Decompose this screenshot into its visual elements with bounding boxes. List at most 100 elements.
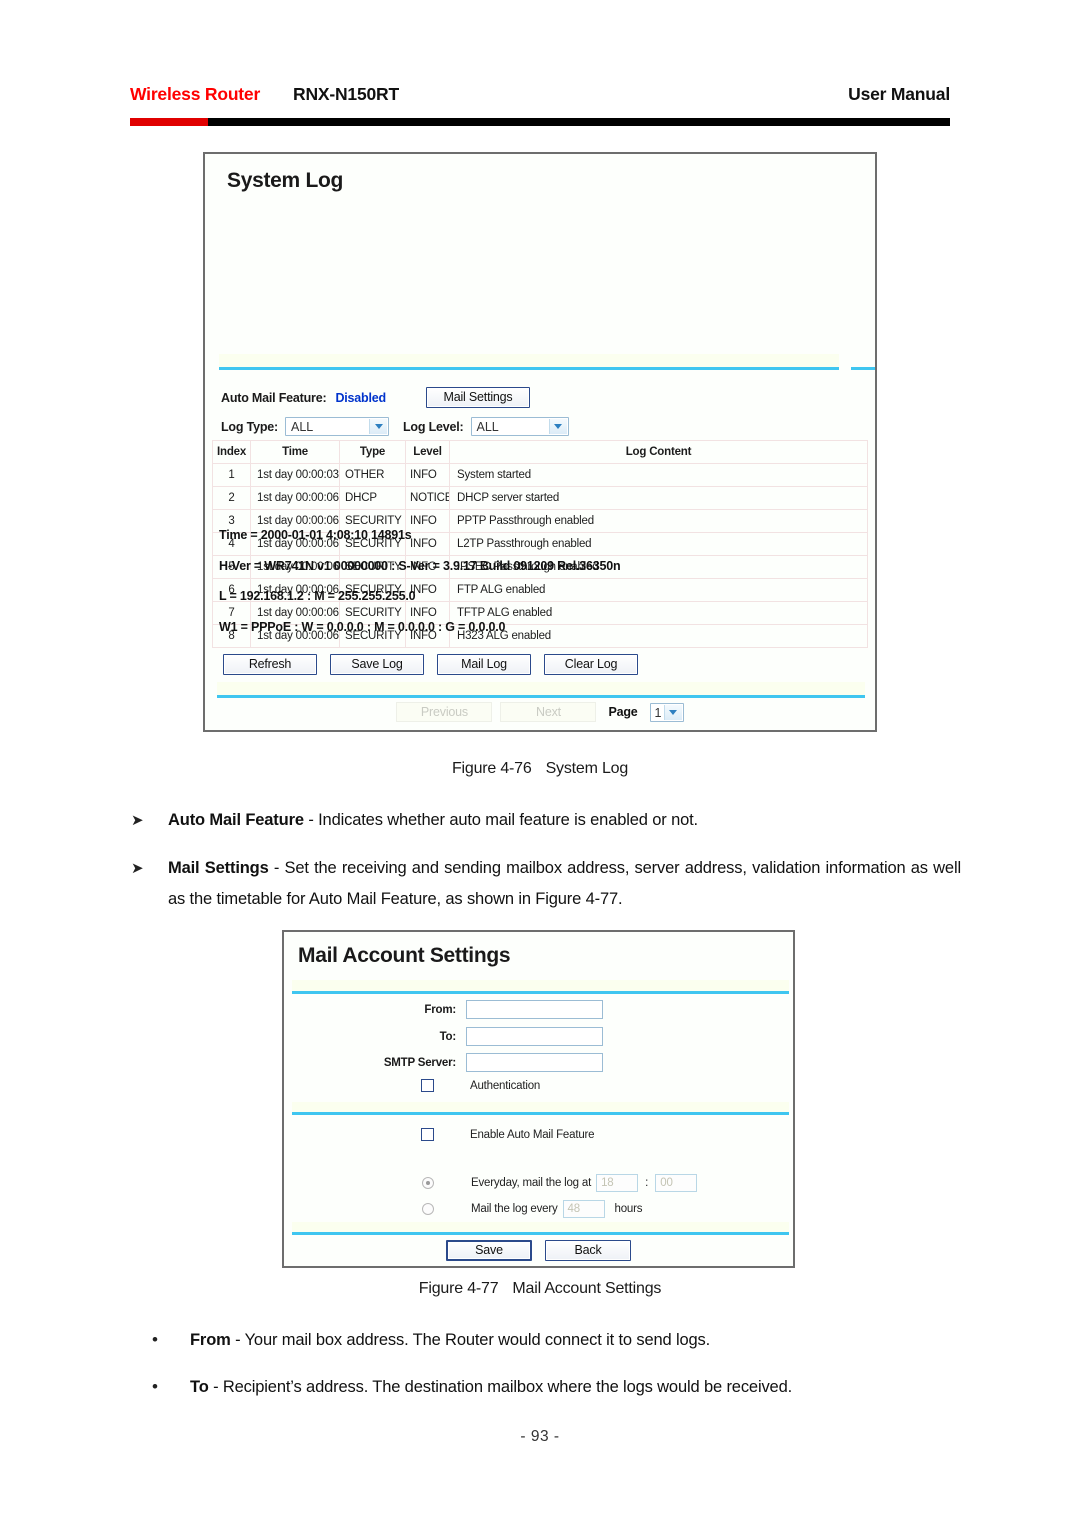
cell-index: 2: [212, 486, 251, 510]
cell-type: OTHER: [339, 463, 406, 487]
next-page-button[interactable]: Next: [500, 702, 597, 722]
term-auto-mail-feature: Auto Mail Feature: [168, 811, 304, 829]
smtp-server-field-row: SMTP Server:: [352, 1053, 603, 1072]
column-header-time: Time: [250, 440, 340, 464]
desc-mail-settings: - Set the receiving and sending mailbox …: [168, 859, 961, 908]
desc-auto-mail-feature: - Indicates whether auto mail feature is…: [303, 811, 698, 829]
cell-level: NOTICE: [405, 486, 450, 510]
back-button[interactable]: Back: [545, 1240, 631, 1261]
title-divider: [292, 991, 789, 994]
brand-label: Wireless Router: [130, 84, 261, 104]
smtp-server-label: SMTP Server:: [383, 1056, 456, 1069]
actions-divider: [292, 1232, 789, 1235]
mail-account-settings-title: Mail Account Settings: [298, 944, 511, 967]
log-level-label: Log Level:: [403, 419, 464, 434]
bullet-from: • From - Your mail box address. The Rout…: [152, 1325, 962, 1356]
model-label: RNX-N150RT: [293, 84, 399, 104]
system-log-panel: System Log Auto Mail Feature: Disabled M…: [203, 152, 877, 732]
clear-log-button[interactable]: Clear Log: [544, 654, 638, 675]
authentication-checkbox[interactable]: [421, 1079, 434, 1092]
system-log-title: System Log: [227, 169, 344, 192]
title-band: [219, 354, 839, 368]
bullet-mail-settings: ➤ Mail Settings - Set the receiving and …: [131, 853, 961, 915]
authentication-label: Authentication: [470, 1079, 541, 1092]
dot-bullet-icon: •: [152, 1377, 158, 1396]
interval-label: Mail the log every: [471, 1203, 558, 1215]
column-header-log-content: Log Content: [449, 440, 868, 464]
term-to: To: [190, 1378, 209, 1396]
arrow-bullet-icon: ➤: [131, 812, 144, 829]
chevron-down-icon: [369, 419, 387, 434]
auto-mail-feature-label: Auto Mail Feature:: [221, 391, 327, 405]
title-divider-right: [851, 367, 875, 370]
authentication-row: Authentication: [421, 1079, 540, 1092]
table-row: 2 1st day 00:00:06 DHCP NOTICE DHCP serv…: [212, 486, 868, 510]
previous-page-button[interactable]: Previous: [396, 702, 493, 722]
cell-index: 1: [212, 463, 251, 487]
hours-unit-label: hours: [614, 1203, 643, 1215]
figure-77-caption: Figure 4-77 Mail Account Settings: [0, 1280, 1080, 1298]
figure-76-number: Figure 4-76: [451, 760, 532, 777]
log-level-row: Log Level: ALL: [403, 417, 569, 436]
interval-radio[interactable]: [422, 1203, 434, 1215]
interval-schedule-row: Mail the log every 48 hours: [422, 1200, 643, 1218]
desc-from: - Your mail box address. The Router woul…: [230, 1331, 711, 1349]
everyday-minute-input[interactable]: 00: [655, 1174, 698, 1192]
auto-mail-feature-value: Disabled: [335, 391, 386, 405]
pager-band: [217, 682, 865, 695]
page-selected-value: 1: [654, 705, 662, 720]
info-line-version: H-Ver = WR741N v1 00000000 : S-Ver = 3.9…: [219, 558, 621, 573]
mail-account-settings-panel: Mail Account Settings From: To: SMTP Ser…: [282, 930, 795, 1268]
log-level-select[interactable]: ALL: [470, 417, 569, 436]
section-divider-2: [292, 1112, 789, 1115]
mail-panel-actions: Save Back: [284, 1240, 793, 1261]
log-type-select[interactable]: ALL: [285, 417, 389, 436]
interval-hours-input[interactable]: 48: [562, 1200, 605, 1218]
column-header-index: Index: [212, 440, 251, 464]
save-log-button[interactable]: Save Log: [330, 654, 424, 675]
column-header-type: Type: [339, 440, 406, 464]
title-divider-left: [219, 367, 839, 370]
pagination-bar: Previous Next Page 1: [205, 702, 875, 722]
column-header-level: Level: [405, 440, 450, 464]
log-type-selected-value: ALL: [291, 420, 314, 434]
enable-auto-mail-row: Enable Auto Mail Feature: [421, 1128, 595, 1141]
pager-divider: [217, 695, 865, 698]
everyday-radio[interactable]: [422, 1177, 434, 1189]
from-input[interactable]: [466, 1000, 603, 1019]
chevron-down-icon: [663, 704, 682, 720]
manual-label: User Manual: [848, 84, 950, 104]
cell-log-content: DHCP server started: [449, 486, 868, 510]
everyday-label: Everyday, mail the log at: [471, 1177, 592, 1189]
to-label: To:: [439, 1030, 457, 1043]
figure-77-number: Figure 4-77: [418, 1280, 499, 1297]
bullet-to: • To - Recipient’s address. The destinat…: [152, 1372, 962, 1403]
chevron-down-icon: [548, 419, 567, 434]
bullet-auto-mail-feature: ➤ Auto Mail Feature - Indicates whether …: [131, 805, 961, 836]
system-info-block: Time = 2000-01-01 4:08:10 14891s H-Ver =…: [219, 528, 859, 650]
page-number-select[interactable]: 1: [649, 702, 684, 722]
smtp-server-input[interactable]: [466, 1053, 603, 1072]
time-colon-separator: :: [645, 1177, 649, 1189]
table-row: 1 1st day 00:00:03 OTHER INFO System sta…: [212, 463, 868, 487]
info-line-lan: L = 192.168.1.2 : M = 255.255.255.0: [219, 589, 416, 603]
cell-time: 1st day 00:00:06: [250, 486, 340, 510]
table-header-row: Index Time Type Level Log Content: [212, 440, 868, 464]
page-number: - 93 -: [520, 1428, 560, 1445]
mail-log-button[interactable]: Mail Log: [437, 654, 531, 675]
arrow-bullet-icon: ➤: [131, 860, 144, 877]
enable-auto-mail-checkbox[interactable]: [421, 1128, 434, 1141]
figure-77-title: Mail Account Settings: [512, 1280, 662, 1297]
header-rule-accent: [130, 118, 208, 126]
save-button[interactable]: Save: [446, 1240, 532, 1261]
mail-settings-button[interactable]: Mail Settings: [426, 387, 530, 408]
everyday-schedule-row: Everyday, mail the log at 18 : 00: [422, 1174, 702, 1192]
figure-76-title: System Log: [545, 760, 629, 777]
info-line-wan: W1 = PPPoE : W = 0.0.0.0 : M = 0.0.0.0 :…: [219, 619, 506, 634]
figure-76-caption: Figure 4-76 System Log: [0, 760, 1080, 778]
desc-to: - Recipient’s address. The destination m…: [208, 1378, 793, 1396]
everyday-hour-input[interactable]: 18: [596, 1174, 639, 1192]
header-rule: [130, 118, 950, 126]
to-input[interactable]: [466, 1027, 603, 1046]
refresh-button[interactable]: Refresh: [223, 654, 317, 675]
